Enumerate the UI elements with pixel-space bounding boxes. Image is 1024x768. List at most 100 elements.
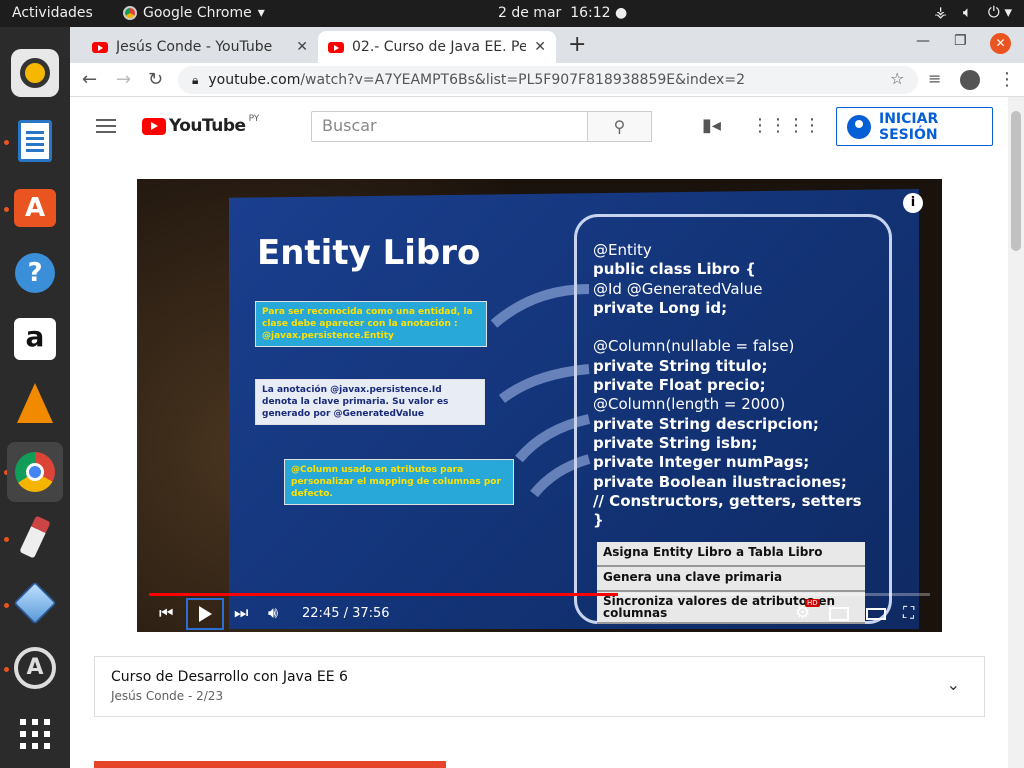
- forward-icon[interactable]: →: [116, 69, 131, 90]
- scrollbar-thumb[interactable]: [1011, 111, 1021, 251]
- code-line: public class Libro {: [593, 260, 756, 279]
- software-center-icon[interactable]: A: [11, 184, 59, 232]
- rhythmbox-icon[interactable]: [11, 49, 59, 97]
- maximize-icon[interactable]: ❐: [954, 33, 967, 49]
- settings-menu-icon[interactable]: ⋮: [803, 115, 821, 136]
- playlist-panel[interactable]: Curso de Desarrollo con Java EE 6 Jesús …: [94, 656, 985, 717]
- close-window-icon[interactable]: ✕: [990, 33, 1011, 54]
- back-icon[interactable]: ←: [82, 69, 97, 90]
- slide-title: Entity Libro: [257, 233, 481, 273]
- player-controls: ⏮ ⏭ 🔊︎ 22:45 / 37:56 ⚙ HD ⛶: [137, 597, 942, 632]
- youtube-favicon-icon: [328, 41, 344, 53]
- signin-label: INICIAR SESIÓN: [879, 110, 939, 143]
- amazon-icon[interactable]: a: [11, 315, 59, 363]
- time-display: 22:45 / 37:56: [302, 606, 390, 621]
- progress-bar[interactable]: [149, 593, 930, 596]
- dock: A ? a A: [0, 27, 70, 768]
- presentation-slide: Entity Libro Para ser reconocida como un…: [229, 189, 919, 629]
- video-player[interactable]: Entity Libro Para ser reconocida como un…: [137, 179, 942, 632]
- code-line: private String descripcion;: [593, 414, 819, 433]
- activities-button[interactable]: Actividades: [12, 5, 93, 21]
- close-tab-icon[interactable]: ✕: [296, 39, 308, 55]
- browser-tab-bar: Jesús Conde - YouTube ✕ 02.- Curso de Ja…: [70, 27, 1024, 63]
- code-line: private String isbn;: [593, 433, 758, 452]
- volume-icon[interactable]: 🔈︎: [963, 3, 972, 21]
- account-icon: [847, 114, 871, 139]
- code-line: @Entity: [593, 241, 652, 259]
- theater-mode-icon[interactable]: [866, 608, 886, 620]
- code-line: private Boolean ilustraciones;: [593, 472, 847, 491]
- address-bar[interactable]: 🔒︎ youtube.com/watch?v=A7YEAMPT6Bs&list=…: [178, 66, 918, 94]
- fullscreen-icon[interactable]: ⛶: [903, 603, 914, 623]
- volume-icon[interactable]: 🔊︎: [268, 603, 278, 623]
- code-line: private Long id;: [593, 298, 728, 317]
- youtube-page: YouTube PY Buscar ⚲ ▮◂ ⋮⋮⋮ ⋮ INICIAR SES…: [70, 97, 1008, 768]
- country-code: PY: [248, 114, 260, 124]
- miniplayer-icon[interactable]: [829, 607, 849, 621]
- apps-grid-icon[interactable]: ⋮⋮⋮: [751, 115, 805, 136]
- close-tab-icon[interactable]: ✕: [534, 39, 546, 55]
- virtualbox-icon[interactable]: [11, 579, 59, 627]
- tab-title: Jesús Conde - YouTube: [116, 39, 273, 55]
- clock[interactable]: 2 de mar 16:12 ●: [498, 5, 627, 21]
- show-applications-icon[interactable]: [11, 710, 59, 758]
- browser-toolbar: ← → ↻ 🔒︎ youtube.com/watch?v=A7YEAMPT6Bs…: [70, 63, 1024, 97]
- profile-icon[interactable]: [960, 70, 980, 90]
- chrome-icon[interactable]: [7, 442, 63, 502]
- playlist-title: Curso de Desarrollo con Java EE 6: [111, 669, 348, 685]
- url-path: /watch?v=A7YEAMPT6Bs&list=PL5F907F818938…: [300, 72, 745, 88]
- search-icon: ⚲: [613, 117, 626, 136]
- url-host: youtube.com: [208, 72, 301, 88]
- system-tray[interactable]: ⚶ 🔈︎ ⏻ ▾: [934, 3, 1012, 21]
- network-icon[interactable]: ⚶: [934, 3, 947, 21]
- code-line: @Id @GeneratedValue: [593, 279, 763, 298]
- hd-badge: HD: [805, 599, 820, 607]
- chrome-menu-icon[interactable]: ⋮: [998, 69, 1016, 90]
- code-line: private String titulo;: [593, 356, 768, 375]
- code-line: }: [593, 511, 604, 530]
- youtube-logo[interactable]: YouTube PY: [142, 114, 260, 136]
- reload-icon[interactable]: ↻: [148, 69, 163, 90]
- signin-button[interactable]: INICIAR SESIÓN: [836, 107, 993, 146]
- lock-icon: 🔒︎: [192, 72, 199, 87]
- tab-title: 02.- Curso de Java EE. Per: [352, 39, 527, 55]
- chevron-down-icon[interactable]: ⌄: [947, 675, 960, 694]
- help-icon[interactable]: ?: [11, 249, 59, 297]
- tab-video[interactable]: 02.- Curso de Java EE. Per ✕: [318, 31, 556, 63]
- search-input[interactable]: Buscar: [311, 111, 588, 142]
- previous-icon[interactable]: ⏮: [159, 603, 173, 623]
- writer-icon[interactable]: [11, 117, 59, 165]
- code-line: // Constructors, getters, setters: [593, 491, 862, 510]
- page-scrollbar[interactable]: [1008, 97, 1024, 768]
- caret-down-icon: ▾: [257, 5, 265, 21]
- chrome-small-icon: [123, 6, 137, 20]
- slide-note-entity: Para ser reconocida como una entidad, la…: [255, 301, 487, 347]
- play-button[interactable]: [186, 598, 224, 630]
- code-line: @Column(length = 2000): [593, 395, 786, 414]
- code-line: private Integer numPags;: [593, 453, 810, 472]
- vlc-icon[interactable]: [11, 379, 59, 427]
- minimize-icon[interactable]: —: [916, 33, 930, 49]
- paint-icon[interactable]: [11, 513, 59, 561]
- play-icon: [198, 606, 212, 622]
- bookmark-star-icon[interactable]: ☆: [890, 69, 904, 88]
- info-icon[interactable]: i: [903, 193, 923, 213]
- new-tab-icon[interactable]: +: [568, 32, 586, 57]
- app-menu[interactable]: Google Chrome ▾: [123, 5, 265, 21]
- next-icon[interactable]: ⏭: [234, 603, 248, 623]
- media-control-icon[interactable]: ≡: [928, 69, 941, 88]
- hamburger-menu-icon[interactable]: [96, 119, 116, 137]
- playlist-subtitle: Jesús Conde - 2/23: [111, 689, 224, 703]
- code-line: private Float precio;: [593, 376, 766, 395]
- tab-channel[interactable]: Jesús Conde - YouTube ✕: [82, 31, 318, 63]
- update-manager-icon[interactable]: A: [11, 644, 59, 692]
- power-icon[interactable]: ⏻ ▾: [988, 3, 1012, 21]
- create-video-icon[interactable]: ▮◂: [702, 115, 721, 136]
- youtube-wordmark: YouTube: [169, 116, 246, 136]
- slide-note-id: La anotación @javax.persistence.Id denot…: [255, 379, 485, 425]
- youtube-play-icon: [142, 117, 166, 135]
- date-label: 2 de mar: [498, 5, 562, 21]
- code-line: @Column(nullable = false): [593, 337, 795, 356]
- search-button[interactable]: ⚲: [587, 111, 652, 142]
